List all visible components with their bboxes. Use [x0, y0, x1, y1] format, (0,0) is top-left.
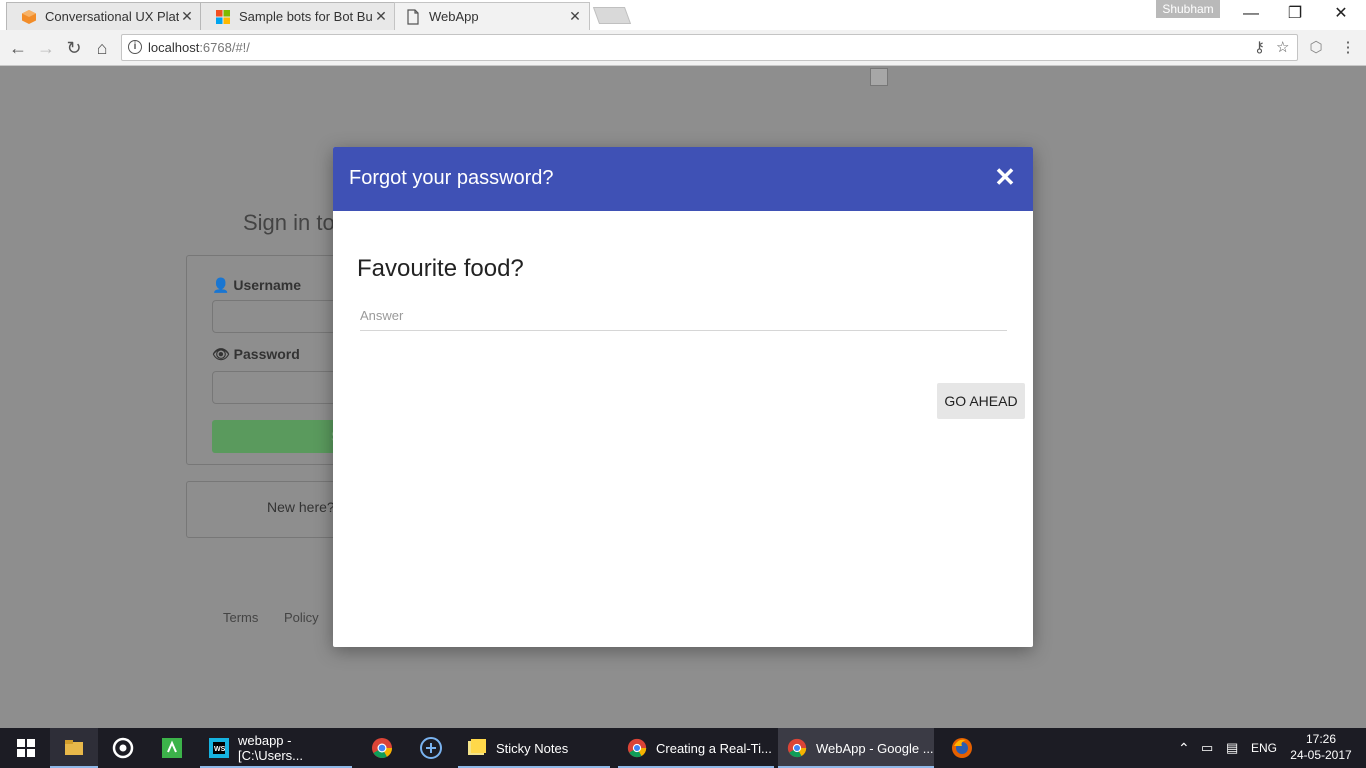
network-app-icon[interactable]	[419, 736, 443, 760]
taskbar-label: webapp - [C:\Users...	[238, 733, 304, 763]
browser-toolbar: ← → ↻ ⌂ i localhost:6768/#!/ ⚷ ☆ ⬡ ⋮	[0, 30, 1366, 66]
security-question: Favourite food?	[357, 255, 524, 282]
taskbar-sticky-notes[interactable]: Sticky Notes	[458, 728, 610, 768]
info-icon[interactable]: i	[128, 40, 142, 54]
tab-sample-bots[interactable]: Sample bots for Bot Buil ✕	[200, 2, 396, 30]
tab-title: WebApp	[429, 9, 479, 24]
terms-link[interactable]: Terms	[223, 610, 258, 625]
page-icon	[407, 8, 419, 25]
tab-title: Conversational UX Platfo	[45, 9, 179, 24]
dialog-title: Forgot your password?	[349, 167, 554, 189]
clock-date: 24-05-2017	[1290, 748, 1352, 762]
chrome-icon	[787, 738, 807, 758]
profile-button[interactable]: Shubham	[1156, 0, 1220, 18]
clock-time: 17:26	[1305, 732, 1337, 746]
window-close-icon[interactable]: ✕	[1318, 0, 1364, 28]
user-icon: 👤	[212, 277, 230, 293]
firefox-icon[interactable]	[950, 736, 974, 760]
windows-start-icon[interactable]	[14, 736, 38, 760]
browser-tabstrip: Conversational UX Platfo ✕ Sample bots f…	[0, 0, 1366, 30]
taskbar-chrome-realtime[interactable]: Creating a Real-Ti...	[618, 728, 774, 768]
webstorm-icon: WS	[209, 738, 229, 758]
tab-webapp[interactable]: WebApp ✕	[394, 2, 590, 30]
extension-icon[interactable]: ⬡	[1306, 38, 1326, 58]
svg-text:WS: WS	[214, 746, 226, 753]
back-icon[interactable]: ←	[6, 36, 30, 60]
clock[interactable]: 17:26 24-05-2017	[1290, 731, 1352, 763]
forward-icon[interactable]: →	[34, 36, 58, 60]
windows-taskbar: WS webapp - [C:\Users... Sticky Notes Cr…	[0, 728, 1366, 768]
answer-field[interactable]	[360, 301, 1007, 331]
close-icon[interactable]: ✕	[993, 164, 1017, 190]
password-label-text: Password	[233, 346, 300, 362]
new-tab-button[interactable]	[592, 7, 632, 24]
sticky-notes-icon	[468, 739, 486, 755]
star-icon[interactable]: ☆	[1276, 38, 1289, 56]
key-icon[interactable]: ⚷	[1254, 38, 1265, 56]
tray-chevron-icon[interactable]: ⌃	[1178, 728, 1190, 768]
url-host: localhost	[148, 40, 200, 55]
chrome-icon[interactable]	[370, 736, 394, 760]
answer-input[interactable]	[360, 301, 1007, 329]
taskbar-webstorm[interactable]: WS webapp - [C:\Users...	[200, 728, 352, 768]
language-indicator[interactable]: ENG	[1251, 728, 1277, 768]
camera-app-icon[interactable]	[111, 736, 135, 760]
broken-image-icon	[870, 68, 888, 86]
new-here-text[interactable]: New here?	[267, 499, 335, 515]
url-path: :6768/#!/	[199, 40, 250, 55]
username-label: 👤 Username	[212, 277, 301, 294]
green-app-icon[interactable]	[160, 736, 184, 760]
taskbar-label: WebApp - Google ...	[816, 740, 934, 756]
notification-icon[interactable]: ▤	[1226, 728, 1238, 768]
windows-logo-icon	[216, 9, 230, 24]
eye-icon: 👁	[212, 346, 230, 362]
tab-conversational-ux[interactable]: Conversational UX Platfo ✕	[6, 2, 202, 30]
battery-icon[interactable]: ▭	[1201, 728, 1213, 768]
restore-icon[interactable]: ❐	[1272, 0, 1318, 28]
dialog-header: Forgot your password? ✕	[333, 147, 1033, 211]
chrome-icon	[627, 738, 647, 758]
taskbar-label: Sticky Notes	[496, 740, 569, 756]
taskbar-file-explorer[interactable]	[50, 728, 98, 768]
minimize-icon[interactable]: —	[1228, 0, 1274, 28]
url-text[interactable]: localhost:6768/#!/	[148, 40, 250, 55]
taskbar-label: Creating a Real-Ti...	[656, 740, 772, 756]
tab-title: Sample bots for Bot Buil	[239, 9, 373, 24]
folder-icon	[65, 740, 83, 755]
address-bar[interactable]: i localhost:6768/#!/ ⚷ ☆	[121, 34, 1298, 61]
password-label: 👁 Password	[212, 346, 300, 363]
tab-close-icon[interactable]: ✕	[567, 8, 583, 25]
signin-title: Sign in to	[243, 210, 335, 235]
taskbar-chrome-webapp[interactable]: WebApp - Google ...	[778, 728, 934, 768]
go-ahead-button[interactable]: GO AHEAD	[937, 383, 1025, 419]
username-label-text: Username	[233, 277, 302, 293]
forgot-password-dialog: Forgot your password? ✕ Favourite food? …	[333, 147, 1033, 647]
policy-link[interactable]: Policy	[284, 610, 319, 625]
box-icon	[22, 9, 36, 24]
menu-icon[interactable]: ⋮	[1338, 38, 1358, 58]
reload-icon[interactable]: ↻	[62, 36, 86, 60]
tab-close-icon[interactable]: ✕	[179, 8, 195, 25]
tab-close-icon[interactable]: ✕	[373, 8, 389, 25]
home-icon[interactable]: ⌂	[90, 36, 114, 60]
